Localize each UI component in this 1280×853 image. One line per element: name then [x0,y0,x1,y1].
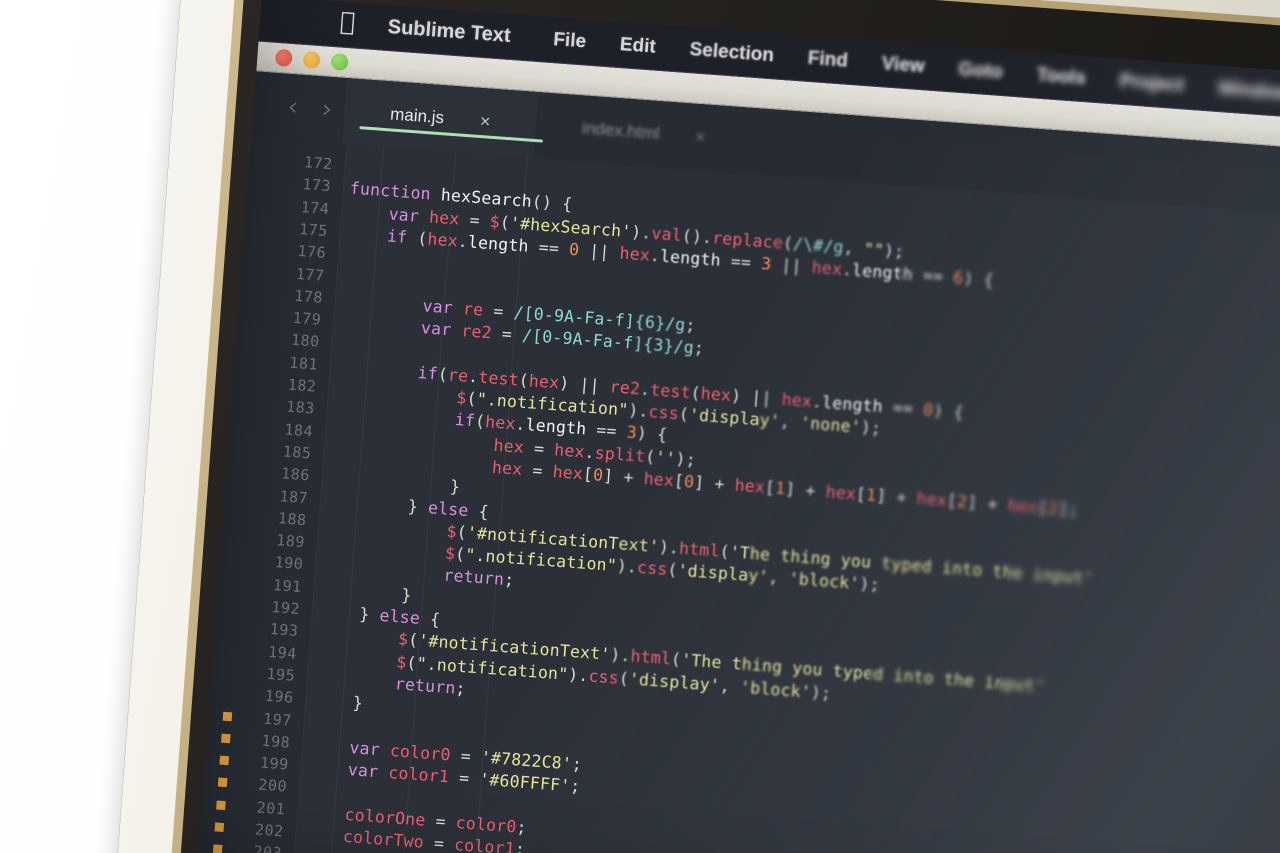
menu-item-window[interactable]: Window [1200,76,1280,106]
line-number: 182 [287,375,317,396]
line-number: 193 [269,620,300,641]
line-number: 181 [288,353,319,374]
git-modified-marker [216,800,226,810]
line-number: 192 [270,597,301,619]
defocus-overlay [981,194,1167,853]
code-editor[interactable]: 172 173 174 175 176 177 178 179 180 181 182 183 184 1… [197,137,1280,853]
line-number: 196 [264,686,295,707]
zoom-window-button[interactable] [330,52,349,72]
close-icon[interactable]: × [479,110,491,132]
line-number: 175 [298,219,329,240]
menu-item-sublime-text[interactable]: Sublime Text [345,13,537,50]
line-number: 197 [262,709,293,730]
line-number: 174 [300,197,331,218]
line-number: 180 [290,331,321,352]
line-number: 190 [274,553,304,574]
line-number: 177 [295,264,326,285]
line-number: 188 [277,509,308,530]
line-number: 186 [280,464,311,485]
photo-scene:  Sublime Text File Edit Selection Find … [0,0,1280,853]
close-window-button[interactable] [274,48,293,67]
line-number: 200 [257,775,288,796]
git-modified-marker [212,844,223,853]
line-number: 202 [254,820,285,841]
code-line: } [352,693,364,714]
tab-label: index.html [581,118,661,144]
line-number: 184 [283,420,314,441]
git-modified-marker [214,822,225,833]
line-number: 189 [275,531,306,552]
menu-item-project[interactable]: Project [1102,69,1202,98]
line-number: 187 [278,486,309,507]
git-modified-marker [222,711,233,721]
line-number: 176 [296,242,327,263]
line-number: 173 [301,175,332,196]
laptop-screen:  Sublime Text File Edit Selection Find … [197,0,1280,853]
line-number: 199 [259,753,290,774]
nav-forward-icon[interactable]: › [309,93,346,125]
code-content[interactable]: function hexSearch() { var hex = $('#hex… [293,144,1280,853]
apple-logo-icon[interactable]:  [339,6,356,36]
git-modified-marker [219,755,230,766]
menu-item-find[interactable]: Find [790,46,866,73]
menu-item-tools[interactable]: Tools [1019,63,1104,91]
menu-item-file[interactable]: File [536,27,604,54]
line-number: 183 [285,397,316,418]
line-number: 179 [292,308,322,329]
line-number: 201 [256,798,286,819]
git-modified-marker [221,733,231,744]
nav-back-icon[interactable]: ‹ [275,91,312,123]
line-number: 194 [267,642,298,663]
tab-label: main.js [389,104,445,128]
defocus-overlay [1110,204,1280,853]
line-number: 195 [265,664,296,685]
close-icon[interactable]: × [695,126,707,148]
minimize-window-button[interactable] [302,50,321,70]
menu-item-selection[interactable]: Selection [672,37,792,68]
menu-item-goto[interactable]: Goto [941,57,1021,85]
git-modified-marker [217,777,228,788]
code-line: } [400,585,413,605]
line-number: 185 [282,442,313,463]
menu-item-view[interactable]: View [864,51,942,79]
line-number: 172 [303,153,334,174]
line-number: 178 [293,286,324,307]
menu-item-edit[interactable]: Edit [602,32,673,59]
line-number: 203 [252,842,283,853]
line-number: 198 [261,731,291,752]
line-number: 191 [272,575,303,596]
